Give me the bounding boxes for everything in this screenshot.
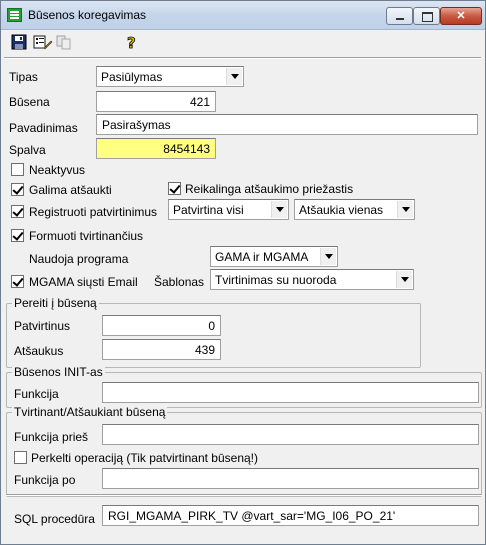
chevron-down-icon[interactable] xyxy=(271,201,287,218)
window: Būsenos koregavimas ✕ ? Tipas Pasiūlymas… xyxy=(0,0,486,545)
maximize-button[interactable] xyxy=(413,7,440,25)
galima-atsaukti-label: Galima atšaukti xyxy=(29,183,112,197)
window-title: Būsenos koregavimas xyxy=(28,8,147,22)
toolbar-divider xyxy=(4,57,481,59)
galima-atsaukti-checkbox[interactable] xyxy=(11,183,24,196)
registruoti-checkbox[interactable] xyxy=(11,205,24,218)
sql-label: SQL procedūra xyxy=(14,512,95,526)
chevron-down-icon[interactable] xyxy=(320,248,336,265)
neaktyvus-label: Neaktyvus xyxy=(29,163,86,177)
chevron-down-icon[interactable] xyxy=(397,201,413,218)
reikalinga-priezastis-checkbox[interactable] xyxy=(168,182,181,195)
mgama-email-label: MGAMA siųsti Email xyxy=(29,275,138,289)
atsaukus-label: Atšaukus xyxy=(14,344,64,358)
naudoja-programa-label: Naudoja programa xyxy=(29,252,129,266)
atsaukia-value: Atšaukia vienas xyxy=(299,203,384,217)
naudoja-programa-select[interactable]: GAMA ir MGAMA xyxy=(210,246,338,267)
atsaukia-select[interactable]: Atšaukia vienas xyxy=(294,199,415,220)
funkcija-field[interactable] xyxy=(102,382,479,403)
patvirtinus-label: Patvirtinus xyxy=(14,319,71,333)
init-title: Būsenos INIT-as xyxy=(12,365,105,379)
tvirtinant-title: Tvirtinant/Atšaukiant būseną xyxy=(12,405,168,419)
patvirtina-select[interactable]: Patvirtina visi xyxy=(168,199,289,220)
chevron-down-icon[interactable] xyxy=(226,68,242,85)
svg-text:?: ? xyxy=(127,34,136,50)
mgama-email-checkbox[interactable] xyxy=(11,275,24,288)
save-icon[interactable] xyxy=(11,34,29,50)
funkcija-po-field[interactable] xyxy=(102,468,479,489)
funkcija-po-label: Funkcija po xyxy=(14,473,76,487)
funkcija-label: Funkcija xyxy=(14,387,59,401)
pavadinimas-field[interactable]: Pasirašymas xyxy=(96,114,478,135)
sql-divider xyxy=(6,494,482,496)
close-button[interactable]: ✕ xyxy=(440,7,482,25)
patvirtina-value: Patvirtina visi xyxy=(173,203,244,217)
minimize-button[interactable] xyxy=(386,7,413,25)
tipas-value: Pasiūlymas xyxy=(101,70,163,84)
busena-label: Būsena xyxy=(9,95,50,109)
sablonas-value: Tvirtinimas su nuoroda xyxy=(215,273,337,287)
sql-field[interactable]: RGI_MGAMA_PIRK_TV @vart_sar='MG_I06_PO_2… xyxy=(102,505,479,526)
tipas-select[interactable]: Pasiūlymas xyxy=(96,66,244,87)
reikalinga-priezastis-label: Reikalinga atšaukimo priežastis xyxy=(185,182,354,196)
app-icon xyxy=(7,8,22,22)
perkelti-label: Perkelti operaciją (Tik patvirtinant būs… xyxy=(31,451,258,465)
perkelti-checkbox[interactable] xyxy=(14,451,27,464)
toolbar: ? xyxy=(1,31,485,53)
patvirtinus-field[interactable]: 0 xyxy=(102,315,221,336)
spalva-label: Spalva xyxy=(9,143,46,157)
funkcija-pries-field[interactable] xyxy=(102,424,479,445)
neaktyvus-checkbox[interactable] xyxy=(11,163,24,176)
busena-field[interactable]: 421 xyxy=(96,91,216,112)
formuoti-label: Formuoti tvirtinančius xyxy=(29,229,144,243)
atsaukus-field[interactable]: 439 xyxy=(102,339,221,360)
registruoti-label: Registruoti patvirtinimus xyxy=(29,205,158,219)
naudoja-programa-value: GAMA ir MGAMA xyxy=(215,250,309,264)
help-icon[interactable]: ? xyxy=(125,34,143,53)
formuoti-checkbox[interactable] xyxy=(11,229,24,242)
form-edit-icon[interactable] xyxy=(33,34,53,50)
tipas-label: Tipas xyxy=(9,70,38,84)
pavadinimas-label: Pavadinimas xyxy=(9,121,78,135)
sablonas-select[interactable]: Tvirtinimas su nuoroda xyxy=(210,269,414,290)
chevron-down-icon[interactable] xyxy=(396,271,412,288)
pereiti-title: Pereiti į būseną xyxy=(12,296,99,310)
title-bar[interactable]: Būsenos koregavimas ✕ xyxy=(1,1,485,30)
sablonas-label: Šablonas xyxy=(154,275,205,289)
funkcija-pries-label: Funkcija prieš xyxy=(14,430,89,444)
copy-icon[interactable] xyxy=(56,34,74,50)
spalva-field[interactable]: 8454143 xyxy=(96,138,216,159)
